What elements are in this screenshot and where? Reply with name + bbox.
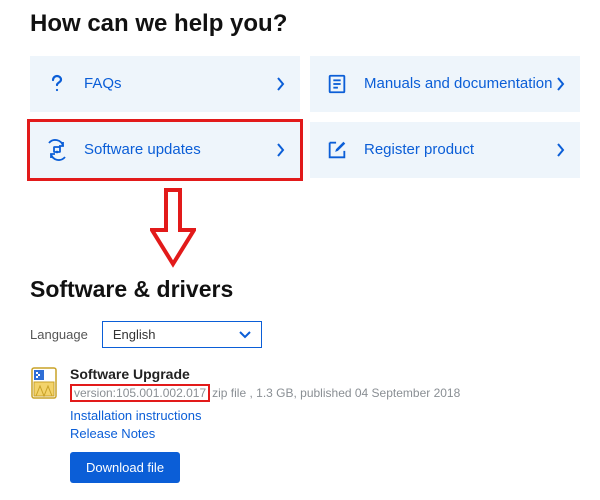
language-row: Language English (30, 321, 580, 348)
refresh-monitor-icon (44, 137, 70, 163)
annotation-arrow (30, 188, 580, 268)
file-meta-text: zip file , 1.3 GB, published 04 Septembe… (212, 386, 460, 400)
chevron-right-icon (276, 142, 286, 158)
chevron-down-icon (239, 327, 251, 342)
file-links: Installation instructions Release Notes (70, 408, 580, 441)
file-info: Software Upgrade version:105.001.002.017… (70, 366, 580, 483)
document-icon (324, 71, 350, 97)
file-title: Software Upgrade (70, 366, 580, 382)
tile-manuals[interactable]: Manuals and documentation (310, 56, 580, 112)
help-tiles: FAQs Manuals and documentation (30, 56, 580, 178)
file-meta: version:105.001.002.017 zip file , 1.3 G… (70, 384, 580, 402)
version-label: version: (74, 386, 116, 400)
tile-faqs[interactable]: FAQs (30, 56, 300, 112)
language-selected: English (113, 327, 156, 342)
language-select[interactable]: English (102, 321, 262, 348)
chevron-right-icon (556, 76, 566, 92)
version-highlight: version:105.001.002.017 (70, 384, 210, 402)
question-icon (44, 71, 70, 97)
language-label: Language (30, 327, 88, 342)
chevron-right-icon (556, 142, 566, 158)
download-item: Software Upgrade version:105.001.002.017… (30, 366, 580, 483)
tile-label: Software updates (84, 141, 276, 160)
version-value: 105.001.002.017 (116, 386, 206, 400)
tile-software-updates[interactable]: Software updates (30, 122, 300, 178)
tile-register[interactable]: Register product (310, 122, 580, 178)
section-heading: Software & drivers (30, 276, 580, 303)
tile-label: FAQs (84, 75, 276, 94)
edit-icon (324, 137, 350, 163)
tile-label: Manuals and documentation (364, 75, 556, 94)
installation-instructions-link[interactable]: Installation instructions (70, 408, 580, 423)
tile-label: Register product (364, 141, 556, 160)
arrow-down-icon (150, 188, 196, 268)
download-button[interactable]: Download file (70, 452, 180, 483)
chevron-right-icon (276, 76, 286, 92)
zip-file-icon (30, 366, 58, 400)
release-notes-link[interactable]: Release Notes (70, 426, 580, 441)
page-heading: How can we help you? (30, 10, 580, 38)
